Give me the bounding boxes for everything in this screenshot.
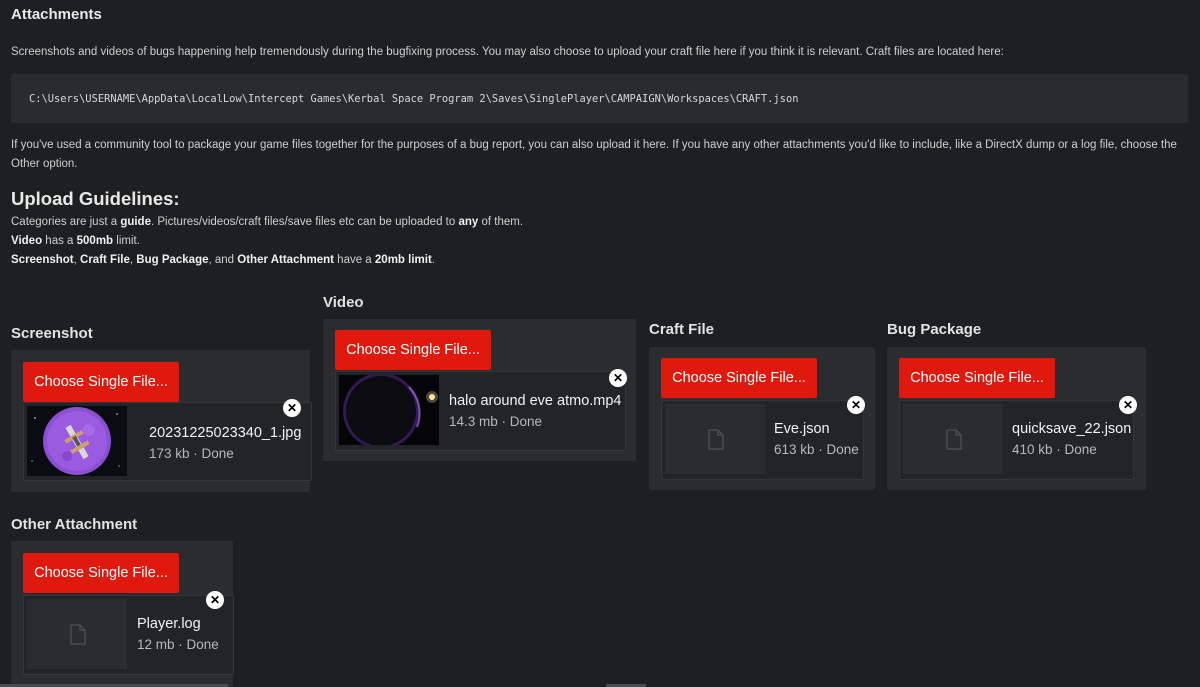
guideline-text: limit. — [113, 235, 140, 247]
guideline-line-other-limits: Screenshot, Craft File, Bug Package, and… — [11, 254, 435, 266]
other-attachment-section-title: Other Attachment — [11, 516, 138, 533]
screenshot-choose-file-button[interactable]: Choose Single File... — [23, 362, 179, 402]
craft-file-choose-file-button[interactable]: Choose Single File... — [661, 358, 817, 398]
guideline-text: of them. — [478, 216, 524, 228]
guideline-text: Categories are just a — [11, 216, 121, 228]
screenshot-upload-panel: Choose Single File... 20231225023340_1.j… — [11, 350, 312, 492]
image-thumbnail-icon — [27, 406, 127, 476]
craft-file-card: Eve.json 613 kb · Done — [661, 400, 864, 480]
craft-file-meta: 613 kb · Done — [774, 442, 859, 457]
guideline-emphasis: guide — [120, 216, 151, 228]
guideline-emphasis: Bug Package — [136, 254, 209, 266]
upload-guidelines-heading: Upload Guidelines: — [11, 188, 180, 209]
file-icon — [665, 404, 765, 474]
other-attachment-file-meta: 12 mb · Done — [137, 637, 219, 652]
video-file-card: halo around eve atmo.mp4 14.3 mb · Done — [335, 371, 626, 451]
guideline-emphasis: Other Attachment — [237, 254, 334, 266]
screenshot-remove-file-close-icon[interactable]: ✕ — [283, 399, 301, 417]
bug-package-file-name: quicksave_22.json — [1012, 421, 1132, 437]
video-file-name: halo around eve atmo.mp4 — [449, 393, 622, 409]
guideline-text: , and — [208, 254, 238, 266]
bug-package-upload-panel: Choose Single File... quicksave_22.json … — [887, 347, 1146, 490]
craft-file-upload-panel: Choose Single File... Eve.json 613 kb · … — [649, 347, 875, 490]
file-icon — [27, 599, 127, 669]
craft-file-name: Eve.json — [774, 421, 830, 437]
craft-path-text: C:\Users\USERNAME\AppData\LocalLow\Inter… — [29, 93, 799, 105]
file-icon — [903, 404, 1003, 474]
guideline-text: . Pictures/videos/craft files/save files… — [150, 216, 459, 228]
bug-package-remove-file-close-icon[interactable]: ✕ — [1119, 396, 1137, 414]
video-upload-panel: Choose Single File... halo around eve at… — [323, 319, 636, 461]
craft-file-remove-file-close-icon[interactable]: ✕ — [847, 396, 865, 414]
video-file-meta: 14.3 mb · Done — [449, 414, 543, 429]
attachments-heading: Attachments — [11, 6, 102, 23]
guideline-emphasis: Video — [11, 235, 43, 247]
bug-package-section-title: Bug Package — [887, 321, 982, 338]
guideline-line-categories: Categories are just a guide. Pictures/vi… — [11, 216, 523, 228]
attachments-page: Attachments Screenshots and videos of bu… — [0, 0, 1200, 687]
bug-package-choose-file-button[interactable]: Choose Single File... — [899, 358, 1055, 398]
guideline-line-video-limit: Video has a 500mb limit. — [11, 235, 140, 247]
craft-file-section-title: Craft File — [649, 321, 715, 338]
craft-path-code-block: C:\Users\USERNAME\AppData\LocalLow\Inter… — [11, 74, 1188, 123]
guideline-emphasis: any — [458, 216, 479, 228]
bug-package-file-card: quicksave_22.json 410 kb · Done — [899, 400, 1134, 480]
screenshot-file-card: 20231225023340_1.jpg 173 kb · Done — [23, 402, 312, 481]
guideline-text: have a — [333, 254, 375, 266]
screenshot-file-name: 20231225023340_1.jpg — [149, 425, 302, 441]
bug-package-file-meta: 410 kb · Done — [1012, 442, 1097, 457]
guideline-emphasis: Craft File — [80, 254, 130, 266]
guideline-emphasis: 500mb — [76, 235, 114, 247]
guideline-text: has a — [42, 235, 77, 247]
other-attachment-file-card: Player.log 12 mb · Done — [23, 595, 234, 675]
screenshot-section-title: Screenshot — [11, 325, 93, 342]
video-remove-file-close-icon[interactable]: ✕ — [609, 369, 627, 387]
guideline-emphasis: 20mb limit — [374, 254, 432, 266]
other-attachment-remove-file-close-icon[interactable]: ✕ — [206, 591, 224, 609]
attachments-intro: Screenshots and videos of bugs happening… — [11, 46, 1004, 58]
guideline-text: . — [431, 254, 435, 266]
community-tool-paragraph: If you've used a community tool to packa… — [11, 139, 1177, 170]
video-section-title: Video — [323, 294, 364, 311]
other-attachment-choose-file-button[interactable]: Choose Single File... — [23, 553, 179, 593]
video-choose-file-button[interactable]: Choose Single File... — [335, 330, 491, 370]
video-thumbnail-icon — [339, 375, 439, 445]
screenshot-file-meta: 173 kb · Done — [149, 446, 234, 461]
guideline-emphasis: Screenshot — [11, 254, 74, 266]
other-attachment-file-name: Player.log — [137, 616, 201, 632]
other-attachment-upload-panel: Choose Single File... Player.log 12 mb ·… — [11, 541, 234, 687]
